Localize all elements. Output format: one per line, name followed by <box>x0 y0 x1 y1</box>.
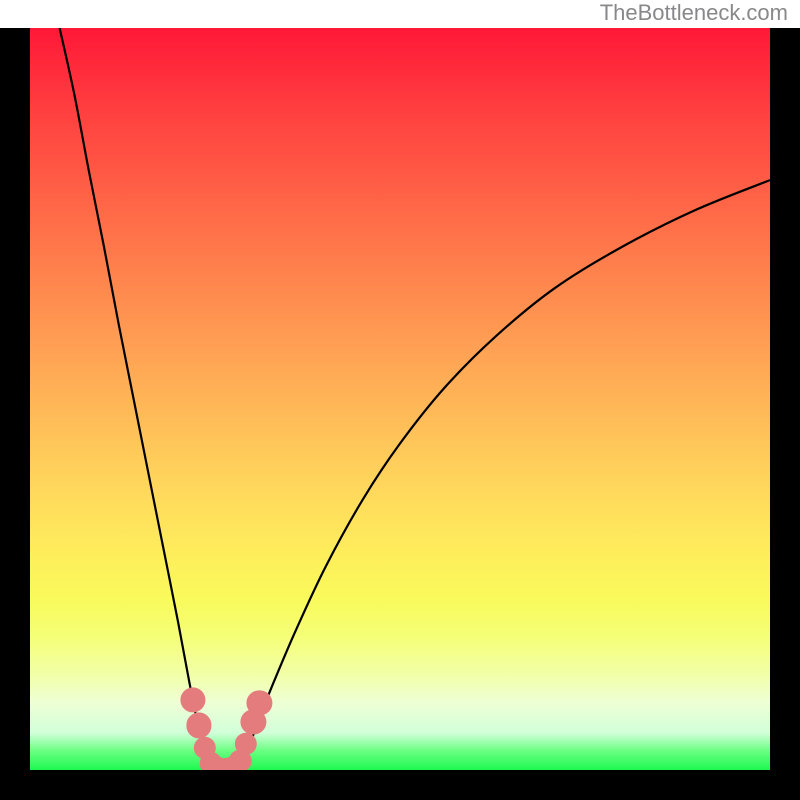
curve-left-arm <box>60 28 215 766</box>
attribution-text: TheBottleneck.com <box>600 0 788 26</box>
chart-plot-area <box>30 28 770 770</box>
chart-frame <box>0 28 800 800</box>
chart-curves <box>30 28 770 770</box>
curve-right-arm <box>237 180 770 766</box>
